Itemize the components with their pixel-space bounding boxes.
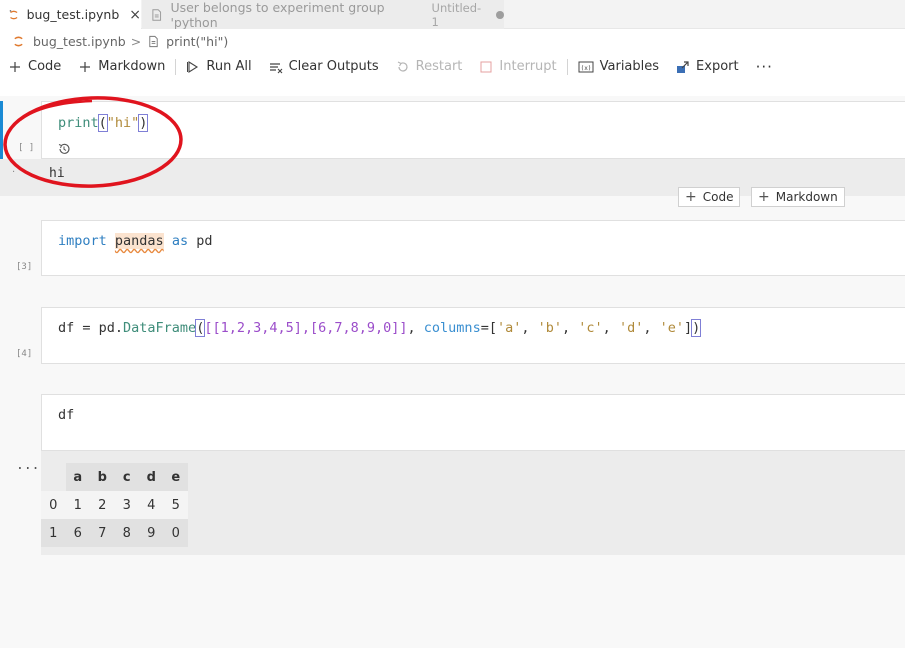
table-cell: 1 (73, 497, 82, 513)
execution-count: [4] (16, 349, 33, 359)
more-actions-icon[interactable]: ··· (756, 58, 773, 76)
breadcrumb-cell[interactable]: print("hi") (166, 34, 228, 49)
run-all-label: Run All (206, 59, 252, 74)
insert-markdown-label: Markdown (775, 190, 838, 204)
restart-icon (397, 61, 408, 72)
variables-label: Variables (599, 59, 660, 74)
export-icon (677, 60, 689, 73)
table-cell: 7 (98, 525, 107, 541)
code-cell-df[interactable]: df (41, 394, 905, 451)
index-header (41, 463, 66, 491)
export-label: Export (696, 59, 739, 74)
column-header: d (146, 469, 156, 485)
annotation-circle (3, 96, 183, 188)
plus-icon: + (685, 189, 697, 205)
table-cell: 3 (122, 497, 131, 513)
table-cell: 9 (147, 525, 156, 541)
table-cell: 4 (147, 497, 156, 513)
clear-all-icon (269, 62, 282, 73)
clear-outputs-button[interactable]: Clear Outputs (269, 59, 379, 74)
table-row: 1 6 7 8 9 0 (41, 519, 188, 547)
table-row: 0 1 2 3 4 5 (41, 491, 188, 519)
plus-icon (10, 61, 20, 72)
execution-count: [3] (16, 262, 33, 272)
code-line[interactable]: import pandas as pd (58, 233, 213, 249)
variables-button[interactable]: (x) Variables (578, 59, 659, 74)
unsaved-dot-icon[interactable] (496, 10, 504, 19)
table-cell: 2 (98, 497, 107, 513)
notebook-toolbar: Code Markdown Run All Clear Outputs Rest… (0, 53, 905, 80)
export-button[interactable]: Export (676, 59, 739, 74)
add-code-button[interactable]: Code (8, 59, 61, 74)
row-index: 1 (49, 525, 58, 541)
column-header: a (73, 469, 83, 485)
code-line[interactable]: df = pd.DataFrame([[1,2,3,4,5],[6,7,8,9,… (58, 319, 702, 337)
toolbar-divider (566, 58, 568, 75)
clear-outputs-label: Clear Outputs (288, 59, 379, 74)
row-index: 0 (49, 497, 58, 513)
table-cell: 8 (122, 525, 131, 541)
column-header: c (122, 469, 131, 485)
add-markdown-button[interactable]: Markdown (78, 59, 165, 74)
file-icon (149, 35, 158, 47)
add-code-label: Code (28, 59, 62, 74)
restart-label: Restart (415, 59, 463, 74)
file-icon (152, 8, 162, 21)
tab-untitled[interactable]: User belongs to experiment group 'python… (142, 0, 504, 30)
svg-text:(x): (x) (580, 65, 591, 72)
chevron-right-icon: > (130, 33, 142, 49)
close-icon[interactable]: × (129, 7, 141, 23)
dataframe-output: a b c d e 0 1 2 3 4 5 1 6 7 8 9 0 (41, 451, 905, 555)
table-header-row: a b c d e (41, 463, 188, 491)
run-all-icon (187, 60, 199, 73)
insert-code-button[interactable]: + Code (678, 187, 741, 207)
column-header: e (171, 469, 181, 485)
interrupt-label: Interrupt (499, 59, 557, 74)
add-markdown-label: Markdown (98, 59, 166, 74)
output-more-icon[interactable]: ... (16, 458, 39, 473)
tab-sublabel: Untitled-1 (431, 0, 482, 29)
insert-code-label: Code (702, 190, 734, 204)
toolbar-divider (175, 58, 177, 75)
variables-icon: (x) (578, 61, 594, 72)
tab-label: bug_test.ipynb (26, 7, 120, 22)
notebook-icon (9, 9, 18, 19)
tab-label: User belongs to experiment group 'python (170, 0, 385, 30)
breadcrumb: bug_test.ipynb > print("hi") (0, 29, 905, 53)
breadcrumb-file[interactable]: bug_test.ipynb (33, 34, 126, 49)
interrupt-button[interactable]: Interrupt (479, 59, 557, 74)
tab-bug-test[interactable]: bug_test.ipynb × (0, 0, 141, 29)
table-cell: 0 (171, 525, 180, 541)
run-all-button[interactable]: Run All (186, 59, 252, 74)
code-line[interactable]: df (58, 407, 74, 423)
dataframe-table: a b c d e 0 1 2 3 4 5 1 6 7 8 9 0 (41, 463, 188, 547)
code-cell-dataframe[interactable]: df = pd.DataFrame([[1,2,3,4,5],[6,7,8,9,… (41, 307, 905, 364)
restart-button[interactable]: Restart (396, 59, 463, 74)
code-cell-import[interactable]: import pandas as pd (41, 220, 905, 276)
table-cell: 6 (73, 525, 82, 541)
tab-bar: bug_test.ipynb × User belongs to experim… (0, 0, 905, 30)
stop-icon (480, 61, 492, 72)
table-cell: 5 (171, 497, 180, 513)
notebook-icon (14, 36, 23, 46)
insert-markdown-button[interactable]: + Markdown (751, 187, 845, 207)
plus-icon: + (758, 189, 770, 205)
column-header: b (97, 469, 107, 485)
toolbar-spacer (0, 80, 905, 96)
plus-icon (80, 61, 91, 72)
